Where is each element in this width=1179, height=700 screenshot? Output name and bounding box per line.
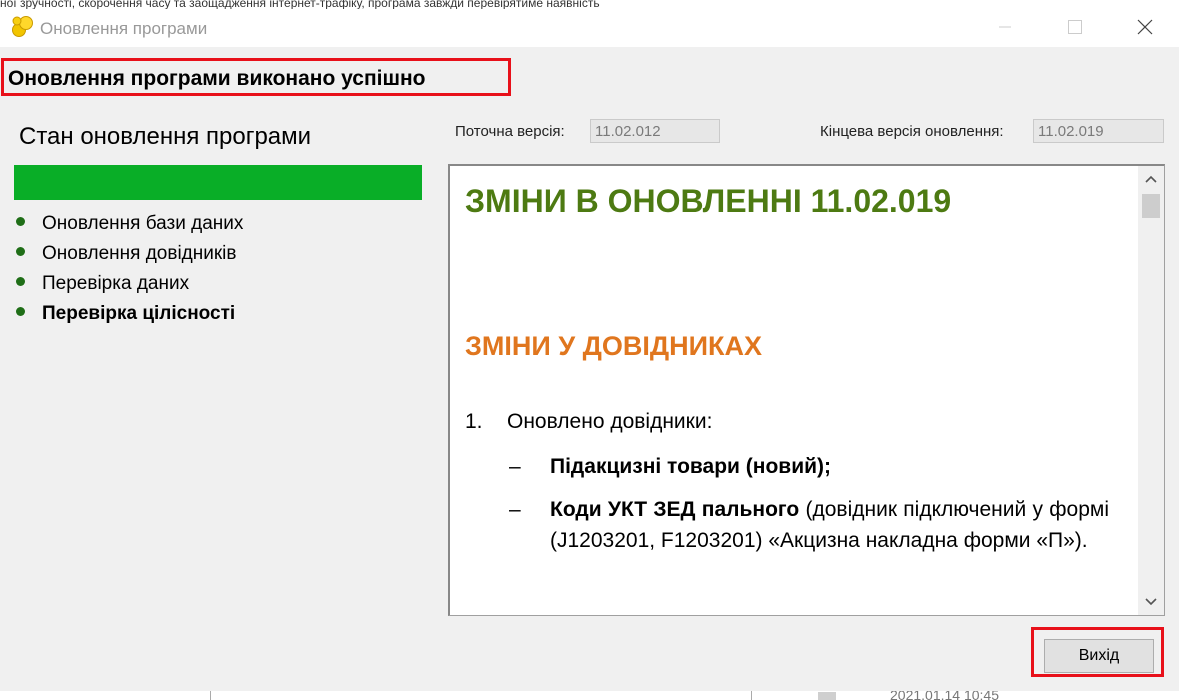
app-logo-icon	[10, 15, 36, 39]
close-button[interactable]	[1122, 9, 1168, 45]
step-label: Перевірка даних	[42, 273, 190, 294]
dash-marker: –	[509, 455, 521, 478]
progress-section-title: Стан оновлення програми	[19, 123, 312, 150]
bullet-icon	[16, 216, 25, 226]
changelog-subheading: ЗМІНИ У ДОВІДНИКАХ	[465, 331, 762, 361]
scroll-down-button[interactable]	[1138, 589, 1164, 615]
minimize-button[interactable]	[982, 9, 1028, 45]
current-version-field: 11.02.012	[590, 119, 720, 143]
chevron-up-icon	[1145, 175, 1157, 183]
exit-button[interactable]: Вихід	[1044, 639, 1154, 673]
steps-list: Оновлення бази даних Оновлення довідникі…	[14, 209, 243, 329]
final-version-field: 11.02.019	[1033, 119, 1164, 143]
step-label: Оновлення бази даних	[42, 213, 244, 234]
scroll-up-button[interactable]	[1138, 166, 1164, 192]
background-window-text: ної зручності, скорочення часу та заощад…	[0, 0, 1179, 9]
sub-list-item: – Підакцизні товари (новий);	[509, 451, 1109, 482]
final-version-label: Кінцева версія оновлення:	[820, 123, 1004, 140]
vertical-scrollbar[interactable]	[1138, 166, 1164, 615]
sub-item-bold-text: Підакцизні товари (новий);	[550, 455, 831, 478]
background-text: ної зручності, скорочення часу та заощад…	[0, 0, 600, 9]
window-title: Оновлення програми	[40, 19, 208, 38]
background-window-bottom: 2021.01.14 10:45	[0, 691, 1179, 700]
changelog-viewer[interactable]: ЗМІНИ В ОНОВЛЕННІ 11.02.019 ЗМІНИ У ДОВІ…	[448, 164, 1165, 616]
step-item-current: Перевірка цілісності	[14, 299, 243, 329]
current-version-label: Поточна версія:	[455, 123, 565, 140]
chevron-down-icon	[1145, 598, 1157, 606]
bullet-icon	[16, 306, 25, 316]
changelog-heading: ЗМІНИ В ОНОВЛЕННІ 11.02.019	[465, 183, 952, 219]
step-item: Перевірка даних	[14, 269, 243, 299]
bullet-icon	[16, 246, 25, 256]
background-checkbox	[818, 692, 836, 700]
maximize-button[interactable]	[1052, 9, 1098, 45]
background-panel-edge	[210, 691, 752, 700]
update-dialog: Оновлення програми Оновлення програми ви…	[0, 9, 1179, 691]
list-item-text: Оновлено довідники:	[507, 410, 713, 433]
list-item: 1. Оновлено довідники:	[465, 410, 712, 434]
step-item: Оновлення бази даних	[14, 209, 243, 239]
status-title: Оновлення програми виконано успішно	[1, 58, 511, 96]
dash-marker: –	[509, 498, 521, 521]
step-label: Оновлення довідників	[42, 243, 237, 264]
background-red-text	[320, 691, 400, 700]
title-bar: Оновлення програми	[0, 9, 1179, 47]
step-item: Оновлення довідників	[14, 239, 243, 269]
sub-item-bold-text: Коди УКТ ЗЕД пального	[550, 498, 800, 521]
sub-list-item: – Коди УКТ ЗЕД пального (довідник підклю…	[509, 494, 1109, 556]
progress-bar-fill	[14, 165, 422, 200]
list-item-number: 1.	[465, 410, 483, 433]
scroll-thumb[interactable]	[1142, 194, 1160, 218]
progress-bar	[14, 165, 422, 200]
bullet-icon	[16, 276, 25, 286]
step-label: Перевірка цілісності	[42, 303, 236, 324]
background-timestamp: 2021.01.14 10:45	[890, 691, 999, 700]
close-icon	[1137, 19, 1153, 35]
